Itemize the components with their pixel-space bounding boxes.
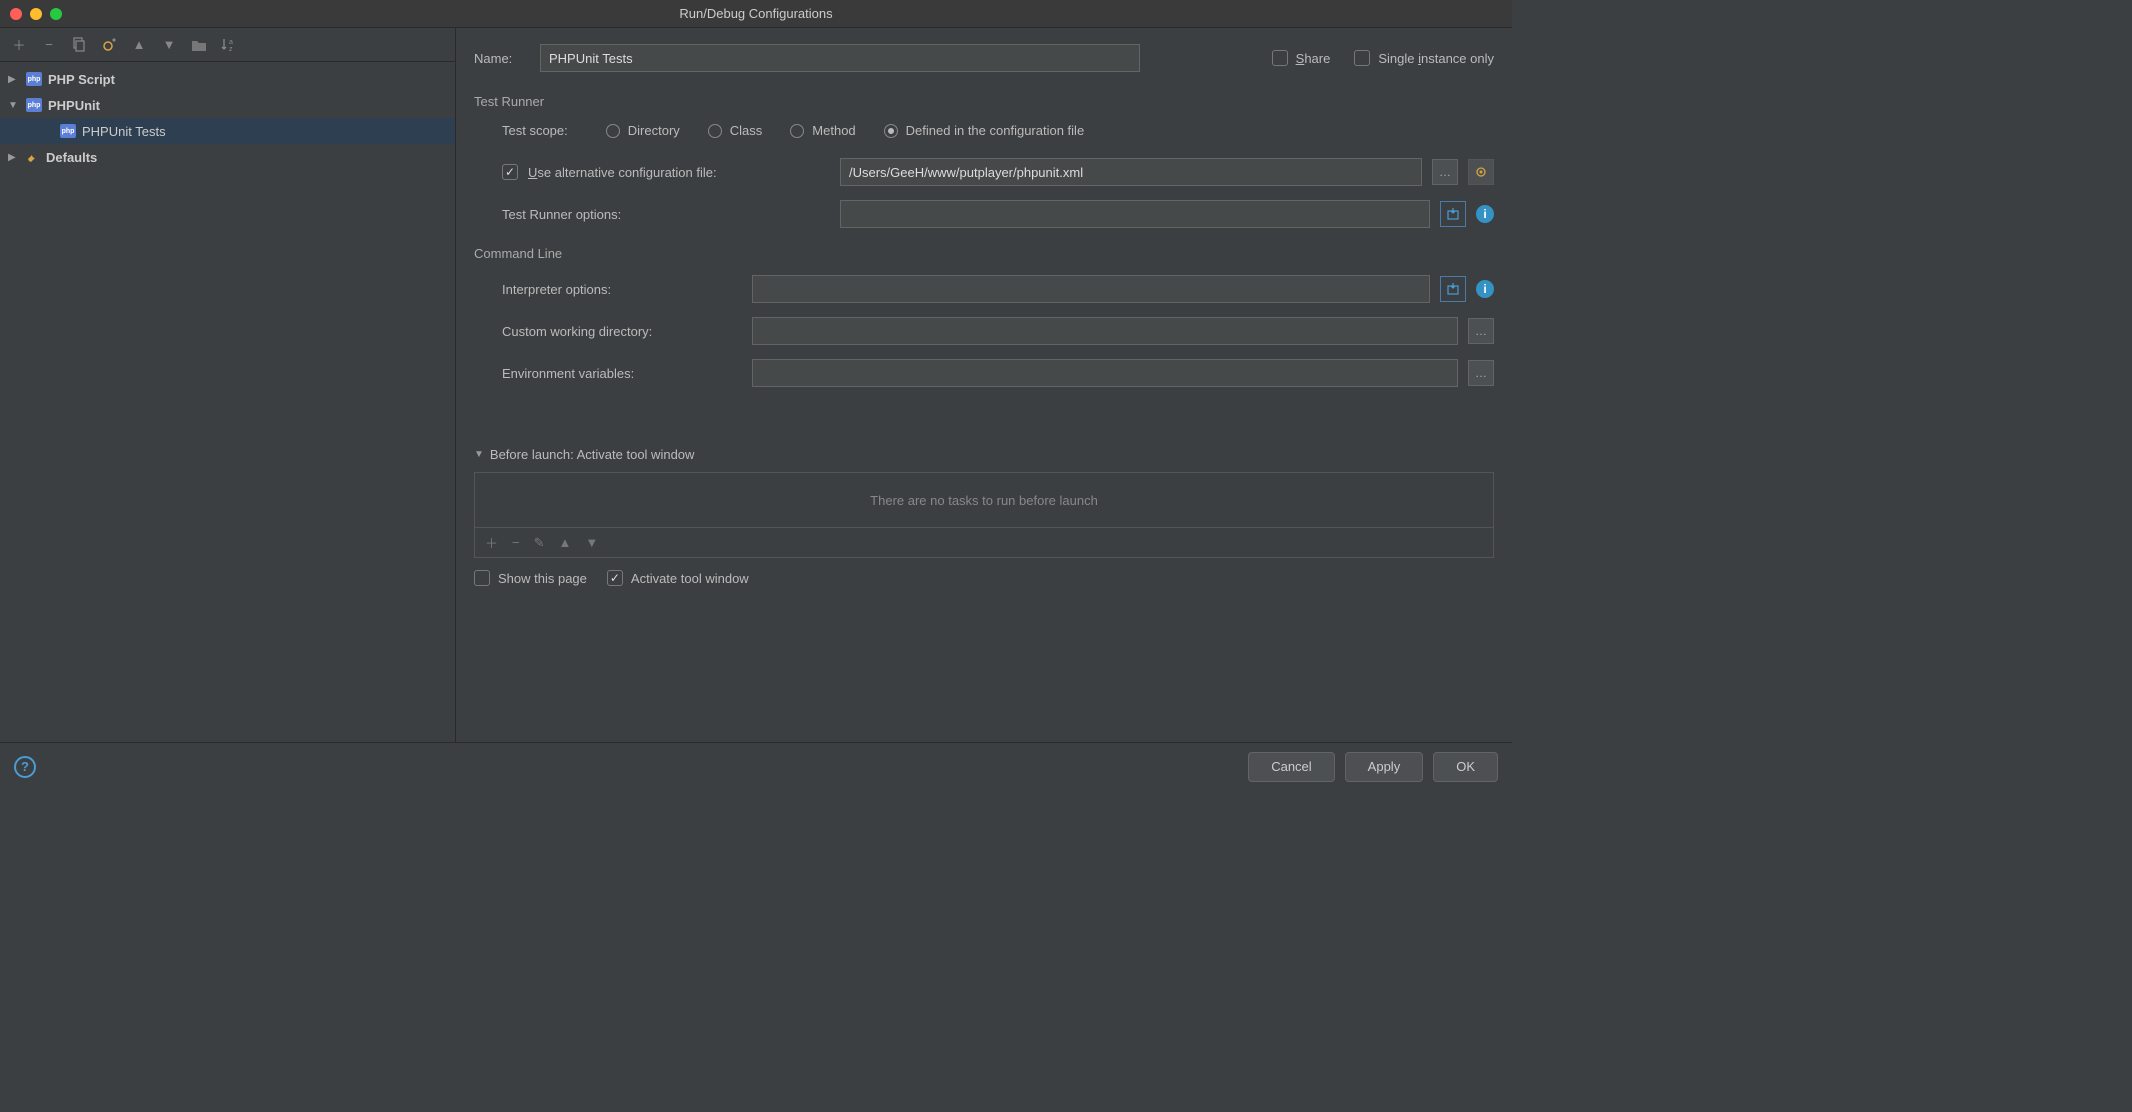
edit-defaults-icon[interactable] — [100, 36, 118, 54]
sort-icon[interactable]: az — [220, 36, 238, 54]
move-down-icon[interactable]: ▼ — [160, 36, 178, 54]
move-down-icon[interactable]: ▼ — [585, 535, 598, 550]
radio-label: Defined in the configuration file — [906, 123, 1085, 138]
tree-item-defaults[interactable]: ▶ Defaults — [0, 144, 455, 170]
radio-label: Method — [812, 123, 855, 138]
copy-config-icon[interactable] — [70, 36, 88, 54]
move-up-icon[interactable]: ▲ — [559, 535, 572, 550]
radio-directory[interactable]: Directory — [606, 123, 680, 138]
svg-text:a: a — [229, 39, 233, 46]
php-badge-icon: php — [26, 72, 42, 86]
remove-task-icon[interactable]: − — [512, 535, 520, 550]
tree-item-phpunit[interactable]: ▼ php PHPUnit — [0, 92, 455, 118]
collapse-arrow-icon: ▼ — [474, 449, 484, 460]
insert-macro-button[interactable] — [1440, 201, 1466, 227]
env-input[interactable] — [752, 359, 1458, 387]
radio-method[interactable]: Method — [790, 123, 855, 138]
edit-task-icon[interactable]: ✎ — [534, 535, 545, 551]
insert-macro-button[interactable] — [1440, 276, 1466, 302]
checkbox-icon — [502, 164, 518, 180]
env-label: Environment variables: — [502, 366, 742, 381]
folder-icon[interactable] — [190, 36, 208, 54]
config-tree: ▶ php PHP Script ▼ php PHPUnit php PHPUn… — [0, 62, 455, 742]
tree-label: PHP Script — [48, 72, 115, 87]
wrench-icon — [26, 150, 40, 164]
runner-options-input[interactable] — [840, 200, 1430, 228]
info-icon[interactable]: i — [1476, 280, 1494, 298]
activate-tool-window-checkbox[interactable]: Activate tool window — [607, 570, 749, 586]
php-badge-icon: php — [26, 98, 42, 112]
move-up-icon[interactable]: ▲ — [130, 36, 148, 54]
checkbox-icon — [1354, 50, 1370, 66]
use-alt-config-checkbox[interactable]: Use alternative configuration file: — [502, 164, 830, 180]
maximize-window-button[interactable] — [50, 8, 62, 20]
add-task-icon[interactable]: ＋ — [485, 533, 498, 552]
single-instance-label: Single instance only — [1378, 51, 1494, 66]
before-launch-label: Before launch: Activate tool window — [490, 447, 695, 462]
window-title: Run/Debug Configurations — [0, 6, 1512, 21]
radio-defined[interactable]: Defined in the configuration file — [884, 123, 1085, 138]
titlebar: Run/Debug Configurations — [0, 0, 1512, 28]
radio-class[interactable]: Class — [708, 123, 763, 138]
window-controls — [0, 8, 62, 20]
tree-label: PHPUnit Tests — [82, 124, 166, 139]
close-window-button[interactable] — [10, 8, 22, 20]
help-icon[interactable]: ? — [14, 756, 36, 778]
show-this-page-label: Show this page — [498, 571, 587, 586]
interpreter-options-label: Interpreter options: — [502, 282, 742, 297]
browse-button[interactable]: … — [1468, 360, 1494, 386]
interpreter-options-input[interactable] — [752, 275, 1430, 303]
svg-text:z: z — [229, 46, 233, 53]
share-checkbox[interactable]: Share — [1272, 50, 1331, 66]
single-instance-checkbox[interactable]: Single instance only — [1354, 50, 1494, 66]
name-input[interactable] — [540, 44, 1140, 72]
alt-config-file-input[interactable] — [840, 158, 1422, 186]
test-scope-label: Test scope: — [502, 123, 568, 138]
browse-button[interactable]: … — [1432, 159, 1458, 185]
before-launch-header[interactable]: ▼ Before launch: Activate tool window — [474, 447, 1494, 462]
checkbox-icon — [1272, 50, 1288, 66]
checkbox-icon — [474, 570, 490, 586]
no-tasks-placeholder: There are no tasks to run before launch — [474, 472, 1494, 528]
tree-item-phpunit-tests[interactable]: php PHPUnit Tests — [0, 118, 455, 144]
expand-arrow-icon: ▶ — [8, 74, 20, 85]
php-badge-icon: php — [60, 124, 76, 138]
show-this-page-checkbox[interactable]: Show this page — [474, 570, 587, 586]
command-line-section-title: Command Line — [474, 246, 1494, 261]
apply-button[interactable]: Apply — [1345, 752, 1424, 782]
cwd-input[interactable] — [752, 317, 1458, 345]
tree-item-php-script[interactable]: ▶ php PHP Script — [0, 66, 455, 92]
use-alt-config-label: Use alternative configuration file: — [528, 165, 717, 180]
sidebar: ＋ − ▲ ▼ az ▶ php PHP Script — [0, 28, 456, 742]
config-settings-button[interactable] — [1468, 159, 1494, 185]
name-label: Name: — [474, 51, 530, 66]
sidebar-toolbar: ＋ − ▲ ▼ az — [0, 28, 455, 62]
collapse-arrow-icon: ▼ — [8, 100, 20, 111]
expand-arrow-icon: ▶ — [8, 152, 20, 163]
ok-button[interactable]: OK — [1433, 752, 1498, 782]
info-icon[interactable]: i — [1476, 205, 1494, 223]
cwd-label: Custom working directory: — [502, 324, 742, 339]
add-config-icon[interactable]: ＋ — [10, 36, 28, 54]
tree-label: PHPUnit — [48, 98, 100, 113]
share-label: Share — [1296, 51, 1331, 66]
checkbox-icon — [607, 570, 623, 586]
before-launch-toolbar: ＋ − ✎ ▲ ▼ — [474, 528, 1494, 558]
minimize-window-button[interactable] — [30, 8, 42, 20]
radio-label: Class — [730, 123, 763, 138]
browse-button[interactable]: … — [1468, 318, 1494, 344]
cancel-button[interactable]: Cancel — [1248, 752, 1334, 782]
remove-config-icon[interactable]: − — [40, 36, 58, 54]
test-runner-section-title: Test Runner — [474, 94, 1494, 109]
radio-label: Directory — [628, 123, 680, 138]
content-panel: Name: Share Single instance only Test Ru… — [456, 28, 1512, 742]
runner-options-label: Test Runner options: — [502, 207, 830, 222]
tree-label: Defaults — [46, 150, 97, 165]
dialog-footer: ? Cancel Apply OK — [0, 742, 1512, 790]
activate-tool-window-label: Activate tool window — [631, 571, 749, 586]
